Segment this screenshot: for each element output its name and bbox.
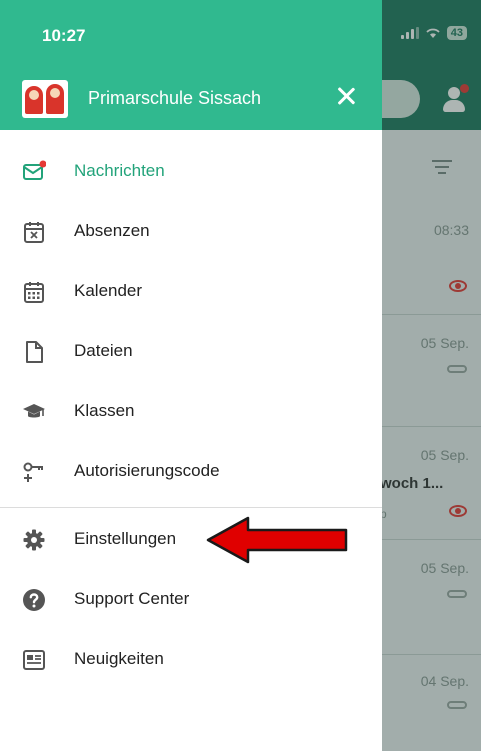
menu-item-label: Support Center: [74, 589, 190, 608]
annotation-arrow-icon: [206, 516, 348, 564]
menu-item-klassen[interactable]: Klassen: [0, 380, 382, 440]
menu-item-label: Nachrichten: [74, 161, 165, 180]
help-icon: [23, 589, 45, 611]
menu-item-label: Neuigkeiten: [74, 649, 164, 668]
menu-item-nachrichten[interactable]: Nachrichten: [0, 140, 382, 200]
key-icon: [23, 462, 43, 482]
school-name: Primarschule Sissach: [88, 88, 262, 108]
drawer-menu: Nachrichten Absenzen Kalender Dateien Kl…: [0, 140, 382, 688]
menu-item-label: Autorisierungscode: [74, 461, 220, 480]
drawer-header: 10:27 Primarschule Sissach: [0, 0, 382, 130]
menu-item-kalender[interactable]: Kalender: [0, 260, 382, 320]
menu-item-label: Klassen: [74, 401, 135, 420]
close-icon[interactable]: [332, 82, 360, 110]
menu-item-label: Einstellungen: [74, 529, 177, 548]
menu-item-autorisierungscode[interactable]: Autorisierungscode: [0, 440, 382, 500]
menu-item-dateien[interactable]: Dateien: [0, 320, 382, 380]
menu-item-label: Kalender: [74, 281, 143, 300]
status-time: 10:27: [42, 26, 86, 45]
calendar-icon: [24, 282, 44, 303]
menu-item-label: Absenzen: [74, 221, 150, 240]
news-icon: [23, 650, 45, 670]
mail-icon: [23, 160, 46, 180]
menu-item-neuigkeiten[interactable]: Neuigkeiten: [0, 628, 382, 688]
file-icon: [26, 341, 43, 363]
menu-item-support-center[interactable]: Support Center: [0, 568, 382, 628]
menu-item-absenzen[interactable]: Absenzen: [0, 200, 382, 260]
school-logo: [22, 80, 68, 118]
menu-item-label: Dateien: [74, 341, 133, 360]
calendar-x-icon: [24, 222, 44, 243]
gear-icon: [23, 529, 45, 551]
navigation-drawer: 10:27 Primarschule Sissach Nachrichten A…: [0, 0, 382, 751]
graduation-cap-icon: [23, 404, 45, 418]
